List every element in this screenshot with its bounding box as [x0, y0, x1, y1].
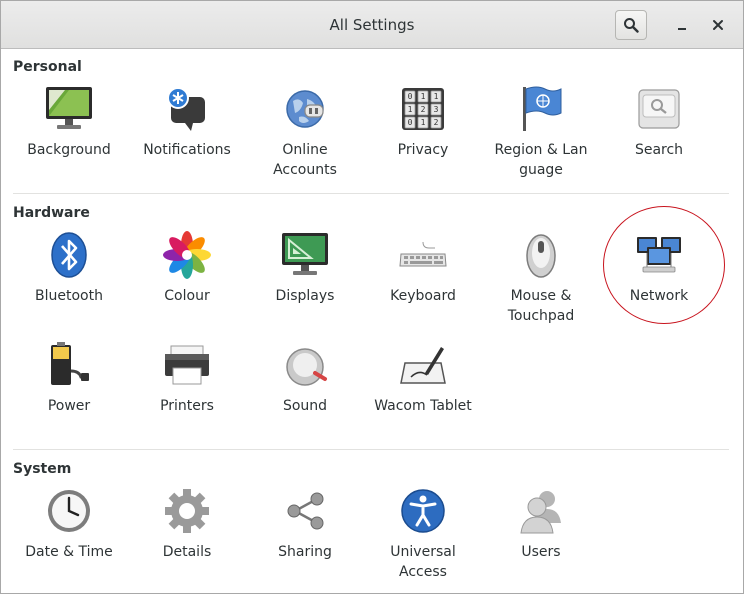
power-icon	[44, 340, 94, 390]
setting-label: Notifications	[143, 142, 231, 158]
setting-item-power[interactable]: Power	[10, 340, 128, 416]
setting-item-date-time[interactable]: Date & Time	[10, 486, 128, 562]
setting-label: Power	[47, 398, 91, 414]
setting-item-users[interactable]: Users	[482, 486, 600, 562]
wacom-tablet-icon	[398, 340, 448, 390]
accessibility-icon	[398, 486, 448, 536]
setting-item-online-accounts[interactable]: Online Accounts	[246, 84, 364, 180]
search-icon	[624, 18, 639, 33]
section-title-hardware: Hardware	[13, 205, 90, 221]
online-accounts-icon	[280, 84, 330, 134]
setting-label: Bluetooth	[35, 288, 103, 304]
svg-text:1: 1	[421, 92, 426, 101]
setting-item-printers[interactable]: Printers	[128, 340, 246, 416]
setting-label: Displays	[275, 288, 335, 304]
close-button[interactable]	[706, 13, 730, 37]
gear-icon	[162, 486, 212, 536]
notifications-icon	[162, 84, 212, 134]
svg-text:2: 2	[421, 105, 426, 114]
setting-label: Background	[27, 142, 111, 158]
setting-item-keyboard[interactable]: Keyboard	[364, 230, 482, 306]
region-language-icon	[516, 84, 566, 134]
search-icon	[634, 84, 684, 134]
setting-item-region-language[interactable]: Region & Lan guage	[482, 84, 600, 180]
setting-label: Mouse & Touchpad	[507, 288, 575, 324]
setting-label: Network	[629, 288, 689, 304]
minimize-button[interactable]	[670, 13, 694, 37]
setting-item-universal-access[interactable]: Universal Access	[364, 486, 482, 582]
setting-item-mouse-touchpad[interactable]: Mouse & Touchpad	[482, 230, 600, 326]
svg-text:0: 0	[408, 118, 413, 127]
setting-label: Privacy	[397, 142, 449, 158]
section-title-personal: Personal	[13, 59, 82, 75]
svg-text:1: 1	[434, 92, 439, 101]
printer-icon	[162, 340, 212, 390]
share-icon	[280, 486, 330, 536]
privacy-icon: 011 123 012	[398, 84, 448, 134]
settings-window: All Settings Personal Background Notific…	[0, 0, 744, 594]
minimize-icon	[678, 28, 686, 30]
search-button[interactable]	[615, 10, 647, 40]
setting-item-background[interactable]: Background	[10, 84, 128, 160]
setting-item-sound[interactable]: Sound	[246, 340, 364, 416]
setting-item-colour[interactable]: Colour	[128, 230, 246, 306]
setting-item-network[interactable]: Network	[600, 230, 718, 306]
colour-icon	[162, 230, 212, 280]
mouse-icon	[516, 230, 566, 280]
setting-item-privacy[interactable]: 011 123 012 Privacy	[364, 84, 482, 160]
setting-label: Keyboard	[390, 288, 456, 304]
setting-item-notifications[interactable]: Notifications	[128, 84, 246, 160]
sound-icon	[280, 340, 330, 390]
setting-item-displays[interactable]: Displays	[246, 230, 364, 306]
setting-label: Details	[162, 544, 212, 560]
background-icon	[44, 84, 94, 134]
close-icon	[713, 20, 723, 30]
section-separator	[13, 193, 729, 194]
keyboard-icon	[398, 230, 448, 280]
setting-item-sharing[interactable]: Sharing	[246, 486, 364, 562]
svg-text:1: 1	[408, 105, 413, 114]
setting-label: Online Accounts	[273, 142, 337, 178]
svg-text:3: 3	[434, 105, 439, 114]
setting-label: Wacom Tablet	[374, 398, 472, 414]
setting-item-bluetooth[interactable]: Bluetooth	[10, 230, 128, 306]
svg-text:2: 2	[434, 118, 439, 127]
clock-icon	[44, 486, 94, 536]
setting-item-wacom-tablet[interactable]: Wacom Tablet	[364, 340, 482, 416]
svg-text:0: 0	[408, 92, 413, 101]
setting-label: Sharing	[278, 544, 332, 560]
network-icon	[634, 230, 684, 280]
setting-label: Universal Access	[390, 544, 456, 580]
title-bar: All Settings	[1, 1, 743, 49]
users-icon	[516, 486, 566, 536]
setting-label: Search	[634, 142, 684, 158]
setting-label: Sound	[282, 398, 328, 414]
settings-content: Personal Background Notifications Online…	[1, 49, 743, 593]
setting-label: Region & Lan guage	[494, 142, 588, 178]
setting-label: Date & Time	[25, 544, 113, 560]
bluetooth-icon	[44, 230, 94, 280]
setting-label: Printers	[160, 398, 214, 414]
setting-item-search[interactable]: Search	[600, 84, 718, 160]
section-title-system: System	[13, 461, 72, 477]
svg-text:1: 1	[421, 118, 426, 127]
section-separator	[13, 449, 729, 450]
displays-icon	[280, 230, 330, 280]
setting-label: Users	[521, 544, 561, 560]
setting-label: Colour	[164, 288, 210, 304]
setting-item-details[interactable]: Details	[128, 486, 246, 562]
